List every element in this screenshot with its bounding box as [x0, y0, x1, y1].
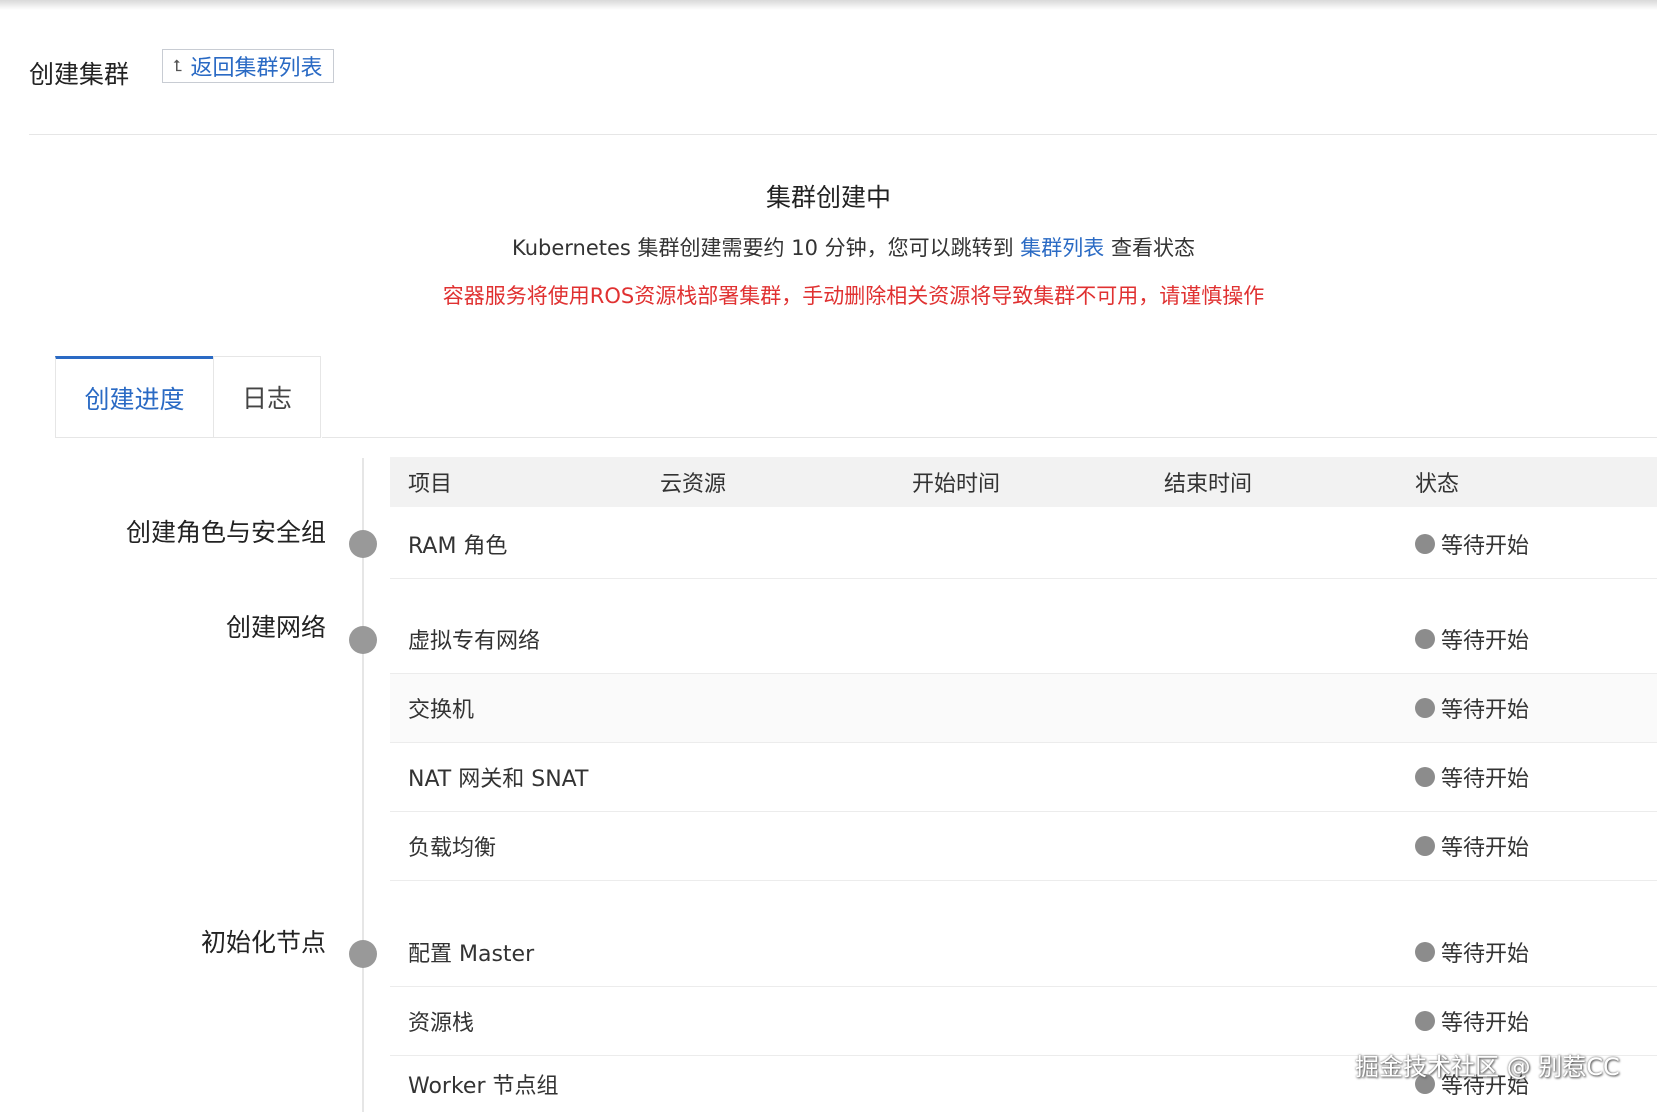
row-status-text: 等待开始 [1441, 698, 1530, 723]
cluster-list-link[interactable]: 集群列表 [1020, 236, 1104, 260]
group-label-init-nodes: 初始化节点 [200, 928, 326, 957]
back-button-label: 返回集群列表 [190, 56, 323, 81]
row-status: 等待开始 [1415, 623, 1529, 655]
pending-dot-icon [1415, 534, 1435, 554]
table-row: 虚拟专有网络 等待开始 [390, 605, 1657, 674]
table-row: 负载均衡 等待开始 [390, 812, 1657, 881]
header-divider [29, 134, 1657, 135]
row-item-name: RAM 角色 [408, 534, 508, 559]
pending-dot-icon [1415, 767, 1435, 787]
header-status: 状态 [1415, 472, 1460, 497]
pending-dot-icon [1415, 698, 1435, 718]
row-status-text: 等待开始 [1441, 836, 1530, 861]
pending-dot-icon [1415, 1011, 1435, 1031]
table-row: NAT 网关和 SNAT 等待开始 [390, 743, 1657, 812]
page-title: 创建集群 [29, 60, 130, 89]
row-item-name: Worker 节点组 [408, 1074, 559, 1099]
row-status-text: 等待开始 [1441, 767, 1530, 792]
header-cloud-resource: 云资源 [660, 472, 727, 497]
tab-divider [322, 437, 1657, 438]
tab-logs[interactable]: 日志 [213, 356, 321, 438]
pending-dot-icon [1415, 629, 1435, 649]
tab-progress[interactable]: 创建进度 [55, 356, 213, 438]
row-status-text: 等待开始 [1441, 1011, 1530, 1036]
group-label-network: 创建网络 [225, 613, 326, 642]
status-desc-before: Kubernetes 集群创建需要约 10 分钟，您可以跳转到 [512, 236, 1021, 260]
header-item: 项目 [408, 472, 453, 497]
table-row: RAM 角色 等待开始 [390, 510, 1657, 579]
row-item-name: NAT 网关和 SNAT [408, 767, 589, 792]
status-description: Kubernetes 集群创建需要约 10 分钟，您可以跳转到 集群列表 查看状… [0, 232, 1657, 262]
row-item-name: 交换机 [408, 698, 475, 723]
timeline-dot [349, 626, 377, 654]
top-shadow [0, 0, 1657, 10]
timeline-dot [349, 530, 377, 558]
row-status: 等待开始 [1415, 761, 1529, 793]
row-status-text: 等待开始 [1441, 629, 1530, 654]
status-title: 集群创建中 [765, 183, 891, 212]
return-arrow-icon: ⮤ [173, 56, 183, 75]
header-start-time: 开始时间 [912, 472, 1001, 497]
row-item-name: 配置 Master [408, 942, 535, 967]
watermark: 掘金技术社区 @ 别惹CC [1355, 1053, 1620, 1081]
tab-bar: 创建进度 日志 [55, 356, 321, 438]
row-status: 等待开始 [1415, 1005, 1529, 1037]
row-item-name: 资源栈 [408, 1011, 475, 1036]
status-desc-after: 查看状态 [1104, 236, 1195, 260]
row-item-name: 虚拟专有网络 [408, 629, 541, 654]
back-to-cluster-list-button[interactable]: ⮤ 返回集群列表 [162, 49, 334, 83]
row-status-text: 等待开始 [1441, 942, 1530, 967]
row-item-name: 负载均衡 [408, 836, 497, 861]
table-row: 配置 Master 等待开始 [390, 918, 1657, 987]
table-row: 资源栈 等待开始 [390, 987, 1657, 1056]
pending-dot-icon [1415, 942, 1435, 962]
row-status: 等待开始 [1415, 692, 1529, 724]
table-header: 项目 云资源 开始时间 结束时间 状态 [390, 457, 1657, 507]
row-status-text: 等待开始 [1441, 534, 1530, 559]
group-label-roles: 创建角色与安全组 [125, 518, 326, 547]
row-status: 等待开始 [1415, 830, 1529, 862]
table-row: 交换机 等待开始 [390, 674, 1657, 743]
timeline-dot [349, 940, 377, 968]
row-status: 等待开始 [1415, 528, 1529, 560]
row-status: 等待开始 [1415, 936, 1529, 968]
ros-warning: 容器服务将使用ROS资源栈部署集群，手动删除相关资源将导致集群不可用，请谨慎操作 [442, 284, 1265, 308]
pending-dot-icon [1415, 836, 1435, 856]
header-end-time: 结束时间 [1164, 472, 1253, 497]
